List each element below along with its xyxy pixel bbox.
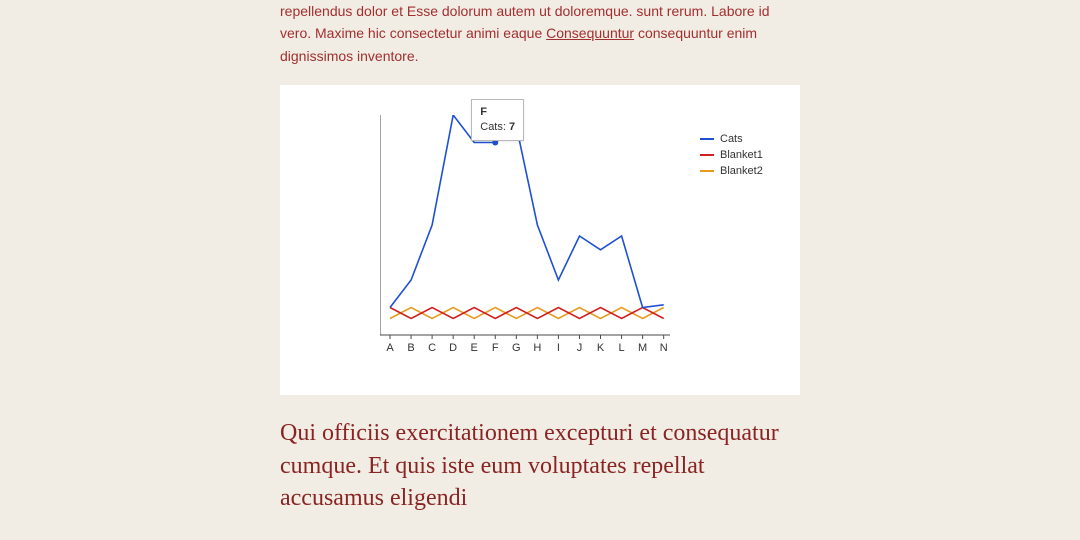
svg-text:G: G <box>512 342 521 354</box>
svg-text:B: B <box>407 342 414 354</box>
svg-text:A: A <box>386 342 394 354</box>
legend-item-blanket1[interactable]: Blanket1 <box>700 147 763 163</box>
svg-text:H: H <box>533 342 541 354</box>
tooltip-value: 7 <box>509 121 515 133</box>
legend-swatch <box>700 170 714 172</box>
section-heading: Qui officiis exercitationem excepturi et… <box>280 417 800 514</box>
svg-text:K: K <box>597 342 605 354</box>
chart-legend: Cats Blanket1 Blanket2 <box>700 131 763 179</box>
legend-label: Blanket1 <box>720 149 763 161</box>
chart-plot[interactable]: 02468 ABCDEFGHIJKLMN F Cats: 7 <box>380 115 680 335</box>
svg-text:E: E <box>471 342 478 354</box>
svg-text:D: D <box>449 342 457 354</box>
svg-text:L: L <box>619 342 625 354</box>
intro-link[interactable]: Consequuntur <box>546 25 634 41</box>
chart-card: 02468 ABCDEFGHIJKLMN F Cats: 7 Cats <box>280 85 800 395</box>
series-blanket1 <box>390 308 664 319</box>
svg-text:M: M <box>638 342 647 354</box>
legend-label: Blanket2 <box>720 165 763 177</box>
legend-swatch <box>700 154 714 156</box>
chart-tooltip: F Cats: 7 <box>471 99 524 142</box>
tooltip-series: Cats <box>480 121 503 133</box>
svg-text:N: N <box>660 342 668 354</box>
legend-swatch <box>700 138 714 140</box>
series-cats <box>390 115 664 308</box>
tooltip-row: Cats: 7 <box>480 120 515 135</box>
chart-svg: 02468 ABCDEFGHIJKLMN <box>380 115 680 365</box>
svg-text:J: J <box>577 342 583 354</box>
svg-text:C: C <box>428 342 436 354</box>
svg-text:I: I <box>557 342 560 354</box>
legend-item-blanket2[interactable]: Blanket2 <box>700 163 763 179</box>
svg-text:F: F <box>492 342 499 354</box>
x-ticks: A B C D E F GH I J K L M N <box>386 335 667 354</box>
legend-label: Cats <box>720 133 743 145</box>
intro-paragraph: repellendus dolor et Esse dolorum autem … <box>280 0 800 67</box>
tooltip-category: F <box>480 105 515 120</box>
legend-item-cats[interactable]: Cats <box>700 131 763 147</box>
